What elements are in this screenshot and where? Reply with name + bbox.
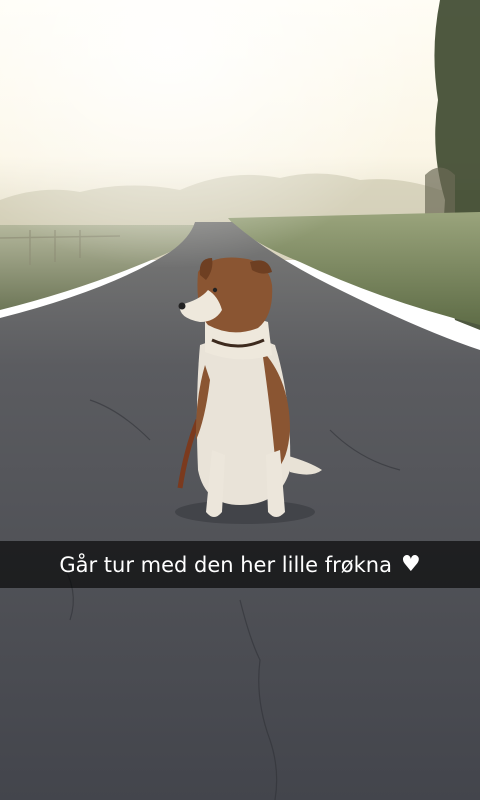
white-heart-icon: ♥ <box>400 551 421 577</box>
photo <box>0 0 480 800</box>
snap-view[interactable]: Går tur med den her lille frøkna ♥ <box>0 0 480 800</box>
caption-bar: Går tur med den her lille frøkna ♥ <box>0 541 480 588</box>
caption-text: Går tur med den her lille frøkna <box>59 552 392 577</box>
